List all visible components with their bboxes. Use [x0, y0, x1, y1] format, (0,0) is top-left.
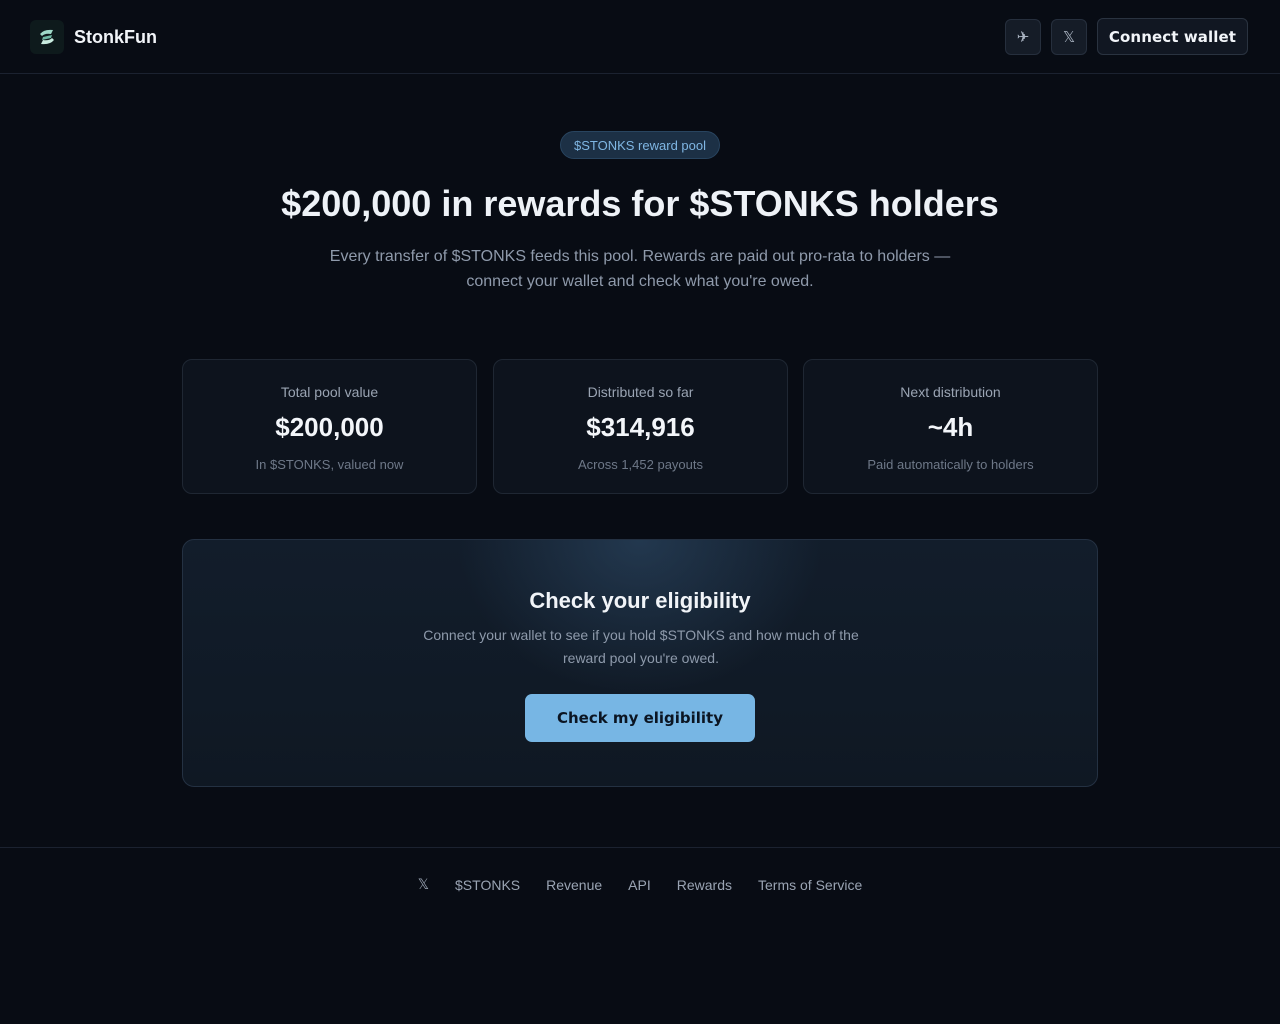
eligibility-title: Check your eligibility	[529, 588, 751, 613]
x-twitter-button[interactable]: 𝕏	[1051, 19, 1087, 55]
stat-value: $314,916	[586, 412, 695, 442]
hero-description-line-2: connect your wallet and check what you'r…	[466, 273, 814, 290]
check-eligibility-button[interactable]: Check my eligibility	[525, 694, 755, 742]
hero-description: Every transfer of $STONKS feeds this poo…	[320, 244, 960, 294]
site-footer: 𝕏 $STONKS Revenue API Rewards Terms of S…	[0, 847, 1280, 1024]
footer-link-terms[interactable]: Terms of Service	[758, 877, 862, 893]
stat-note: In $STONKS, valued now	[255, 457, 404, 472]
telegram-icon: ✈	[1016, 29, 1030, 46]
reward-pool-badge: $STONKS reward pool	[560, 131, 720, 159]
hero-description-line-1: Every transfer of $STONKS feeds this poo…	[329, 248, 951, 265]
stat-label: Distributed so far	[587, 384, 694, 400]
x-icon: 𝕏	[1062, 29, 1076, 46]
footer-nav: 𝕏 $STONKS Revenue API Rewards Terms of S…	[0, 876, 1280, 893]
footer-x-icon[interactable]: 𝕏	[418, 876, 429, 893]
stat-card-distributed: Distributed so far $314,916 Across 1,452…	[493, 359, 788, 494]
stat-card-total-pool: Total pool value $200,000 In $STONKS, va…	[182, 359, 477, 494]
stat-value: ~4h	[927, 412, 974, 442]
stonkfun-logo-icon	[30, 20, 64, 54]
stat-note: Across 1,452 payouts	[577, 457, 704, 472]
stat-label: Next distribution	[900, 384, 1001, 400]
footer-link-revenue[interactable]: Revenue	[546, 877, 602, 893]
connect-wallet-button[interactable]: Connect wallet	[1097, 18, 1248, 55]
page-title: $200,000 in rewards for $STONKS holders	[281, 183, 999, 224]
stat-card-next-distribution: Next distribution ~4h Paid automatically…	[803, 359, 1098, 494]
footer-link-rewards[interactable]: Rewards	[677, 877, 732, 893]
eligibility-description-line-2: reward pool you're owed.	[563, 650, 719, 666]
brand[interactable]: StonkFun	[30, 20, 157, 54]
stat-value: $200,000	[275, 412, 384, 442]
footer-link-api[interactable]: API	[628, 877, 651, 893]
brand-name: StonkFun	[74, 26, 157, 47]
eligibility-panel: Check your eligibility Connect your wall…	[182, 539, 1098, 787]
stat-note: Paid automatically to holders	[867, 457, 1034, 472]
eligibility-description: Connect your wallet to see if you hold $…	[411, 624, 871, 670]
eligibility-description-line-1: Connect your wallet to see if you hold $…	[423, 627, 859, 643]
stat-label: Total pool value	[280, 384, 379, 400]
footer-link-stonks[interactable]: $STONKS	[455, 877, 520, 893]
site-header: StonkFun ✈ 𝕏 Connect wallet	[0, 0, 1280, 74]
telegram-button[interactable]: ✈	[1005, 19, 1041, 55]
